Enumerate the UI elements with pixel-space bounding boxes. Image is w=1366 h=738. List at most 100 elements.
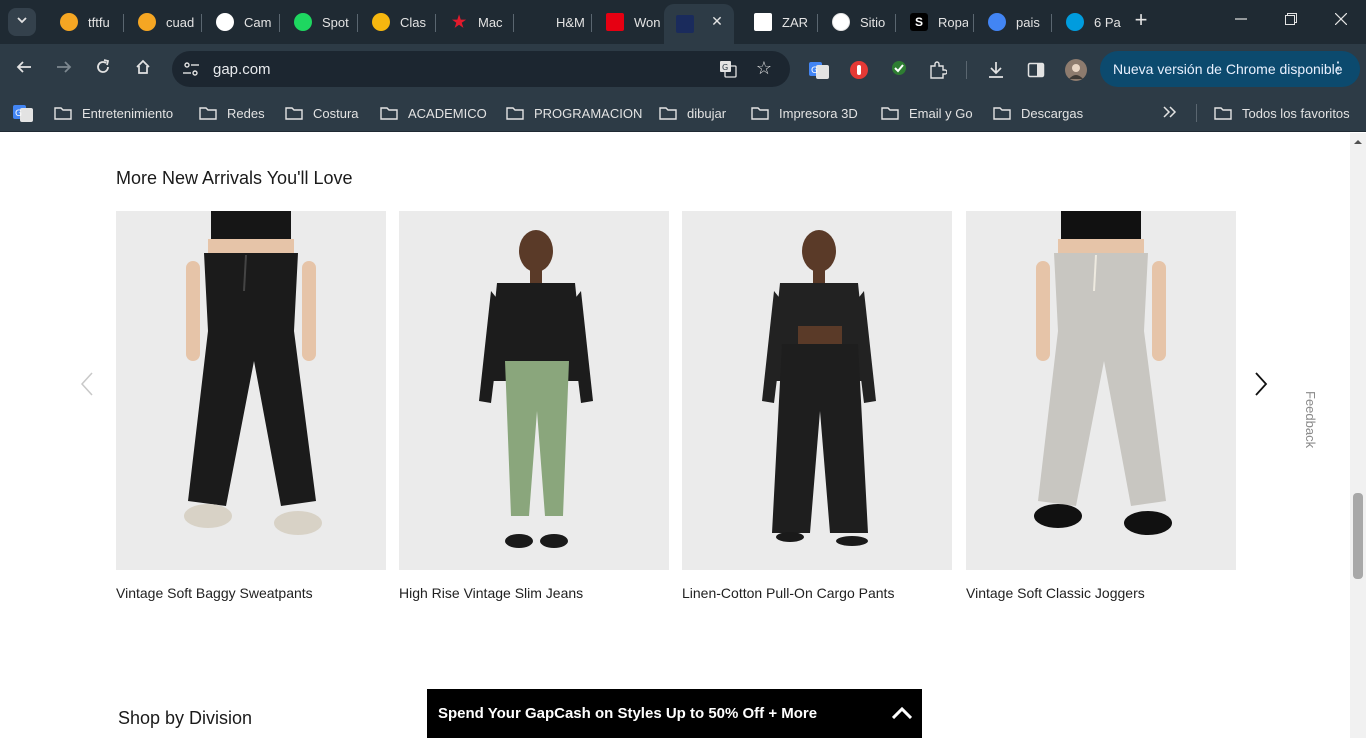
all-bookmarks-folder[interactable]: Todos los favoritos bbox=[1214, 103, 1350, 123]
promo-banner[interactable]: Spend Your GapCash on Styles Up to 50% O… bbox=[427, 689, 922, 738]
tab-close-icon[interactable]: ✕ bbox=[708, 12, 726, 30]
minimize-button[interactable] bbox=[1230, 10, 1252, 32]
grammar-extension-icon[interactable] bbox=[888, 59, 910, 81]
tab-divider bbox=[123, 14, 124, 32]
reload-button[interactable] bbox=[89, 55, 117, 83]
adblock-extension-icon[interactable] bbox=[848, 59, 870, 81]
chevron-right-icon bbox=[1254, 371, 1268, 402]
browser-tab[interactable]: Clas bbox=[360, 6, 432, 38]
browser-tab[interactable]: Won bbox=[594, 6, 666, 38]
arrow-right-icon bbox=[56, 59, 72, 80]
scroll-up-arrow-icon[interactable] bbox=[1350, 135, 1366, 149]
nike-logo-icon bbox=[832, 13, 850, 31]
browser-tab[interactable]: tftfu bbox=[48, 6, 120, 38]
bookmark-folder[interactable]: Email y Go bbox=[881, 103, 973, 123]
product-name[interactable]: Linen-Cotton Pull-On Cargo Pants bbox=[682, 585, 952, 601]
product-image[interactable] bbox=[682, 211, 952, 570]
tab-divider bbox=[279, 14, 280, 32]
browser-tab[interactable]: Cam bbox=[204, 6, 276, 38]
tab-title: tftfu bbox=[88, 14, 110, 30]
bookmarks-bar: G Entretenimiento Redes Costura ACADEMICO PR… bbox=[0, 94, 1366, 132]
bookmark-folder[interactable]: Redes bbox=[199, 103, 265, 123]
bookmarks-divider bbox=[1196, 104, 1197, 122]
product-image[interactable] bbox=[966, 211, 1236, 570]
product-card[interactable]: Vintage Soft Classic Joggers bbox=[966, 211, 1236, 601]
browser-tab[interactable]: GAP✕ bbox=[664, 4, 734, 44]
translate-icon[interactable]: G bbox=[718, 59, 738, 79]
camera-app-icon bbox=[216, 13, 234, 31]
profile-avatar[interactable] bbox=[1065, 59, 1087, 81]
product-name[interactable]: Vintage Soft Classic Joggers bbox=[966, 585, 1236, 601]
carousel-next-button[interactable] bbox=[1250, 371, 1272, 401]
browser-tab[interactable]: Sitio bbox=[820, 6, 892, 38]
reload-icon bbox=[95, 58, 111, 80]
product-image[interactable] bbox=[399, 211, 669, 570]
forward-button[interactable] bbox=[50, 55, 78, 83]
bookmark-label: Descargas bbox=[1021, 105, 1084, 121]
home-button[interactable] bbox=[129, 55, 157, 83]
tab-strip: tftfu cuad Cam Spot Clas ★ Mac H&M WonGAP✕ ZAR Sit… bbox=[0, 0, 1366, 44]
product-image[interactable] bbox=[116, 211, 386, 570]
gap-page-content: More New Arrivals You'll Love Vintage So… bbox=[0, 133, 1350, 738]
google-translate-bookmark-icon[interactable]: G bbox=[12, 102, 34, 124]
extensions-puzzle-icon[interactable] bbox=[927, 59, 949, 81]
scrollbar-thumb[interactable] bbox=[1353, 493, 1363, 579]
tab-divider bbox=[357, 14, 358, 32]
google-translate-extension-icon[interactable]: G bbox=[808, 59, 830, 81]
tab-divider bbox=[895, 14, 896, 32]
bookmarks-overflow-button[interactable] bbox=[1163, 103, 1177, 123]
plus-icon: + bbox=[1134, 7, 1148, 32]
back-button[interactable] bbox=[10, 55, 38, 83]
browser-tab[interactable]: H&M bbox=[516, 6, 588, 38]
product-name[interactable]: High Rise Vintage Slim Jeans bbox=[399, 585, 669, 601]
classroom-icon bbox=[372, 13, 390, 31]
section-title: More New Arrivals You'll Love bbox=[116, 168, 353, 188]
tab-title: ZAR bbox=[782, 14, 808, 30]
paypal-icon bbox=[1066, 13, 1084, 31]
bookmark-folder[interactable]: Impresora 3D bbox=[751, 103, 858, 123]
side-panel-icon[interactable] bbox=[1025, 59, 1047, 81]
product-card[interactable]: High Rise Vintage Slim Jeans bbox=[399, 211, 669, 601]
bookmark-folder[interactable]: dibujar bbox=[659, 103, 726, 123]
feedback-tab[interactable]: Feedback bbox=[1303, 391, 1318, 461]
bookmark-folder[interactable]: Descargas bbox=[993, 103, 1083, 123]
tab-search-button[interactable] bbox=[8, 8, 36, 36]
download-icon[interactable] bbox=[985, 59, 1007, 81]
browser-tab[interactable]: Spot bbox=[282, 6, 354, 38]
page-scrollbar[interactable] bbox=[1350, 133, 1366, 738]
address-bar[interactable]: gap.com G ☆ bbox=[172, 51, 790, 87]
tab-title: Spot bbox=[322, 14, 349, 30]
carousel-prev-button[interactable] bbox=[76, 371, 98, 401]
google-icon bbox=[988, 13, 1006, 31]
new-tab-button[interactable]: + bbox=[1130, 7, 1152, 32]
folder-icon bbox=[199, 106, 217, 120]
browser-tab[interactable]: pais bbox=[976, 6, 1048, 38]
browser-tab[interactable]: ZAR bbox=[742, 6, 814, 38]
orange-badge-icon bbox=[138, 13, 156, 31]
site-settings-icon[interactable] bbox=[182, 60, 200, 78]
browser-tab[interactable]: cuad bbox=[126, 6, 198, 38]
bookmark-folder[interactable]: Entretenimiento bbox=[54, 103, 173, 123]
all-bookmarks-label: Todos los favoritos bbox=[1242, 105, 1350, 121]
gap-logo-icon bbox=[676, 15, 694, 33]
product-card[interactable]: Vintage Soft Baggy Sweatpants bbox=[116, 211, 386, 601]
tab-title: Won bbox=[634, 14, 661, 30]
tab-title: Mac bbox=[478, 14, 503, 30]
product-name[interactable]: Vintage Soft Baggy Sweatpants bbox=[116, 585, 386, 601]
close-window-button[interactable] bbox=[1330, 10, 1352, 32]
chevron-up-icon[interactable] bbox=[890, 701, 914, 725]
product-card[interactable]: Linen-Cotton Pull-On Cargo Pants bbox=[682, 211, 952, 601]
browser-tab[interactable]: 6 Pa bbox=[1054, 6, 1126, 38]
bookmark-folder[interactable]: ACADEMICO bbox=[380, 103, 487, 123]
browser-tab[interactable]: S Ropa bbox=[898, 6, 970, 38]
chrome-update-button[interactable]: Nueva versión de Chrome disponible ⋮ bbox=[1100, 51, 1360, 87]
restore-button[interactable] bbox=[1280, 10, 1302, 32]
more-vert-icon[interactable]: ⋮ bbox=[1330, 60, 1346, 78]
bookmark-folder[interactable]: PROGRAMACION bbox=[506, 103, 642, 123]
url-text[interactable]: gap.com bbox=[213, 61, 271, 78]
svg-text:G: G bbox=[722, 63, 728, 72]
bookmark-star-icon[interactable]: ☆ bbox=[754, 58, 774, 78]
tab-divider bbox=[973, 14, 974, 32]
bookmark-folder[interactable]: Costura bbox=[285, 103, 359, 123]
browser-tab[interactable]: ★ Mac bbox=[438, 6, 510, 38]
